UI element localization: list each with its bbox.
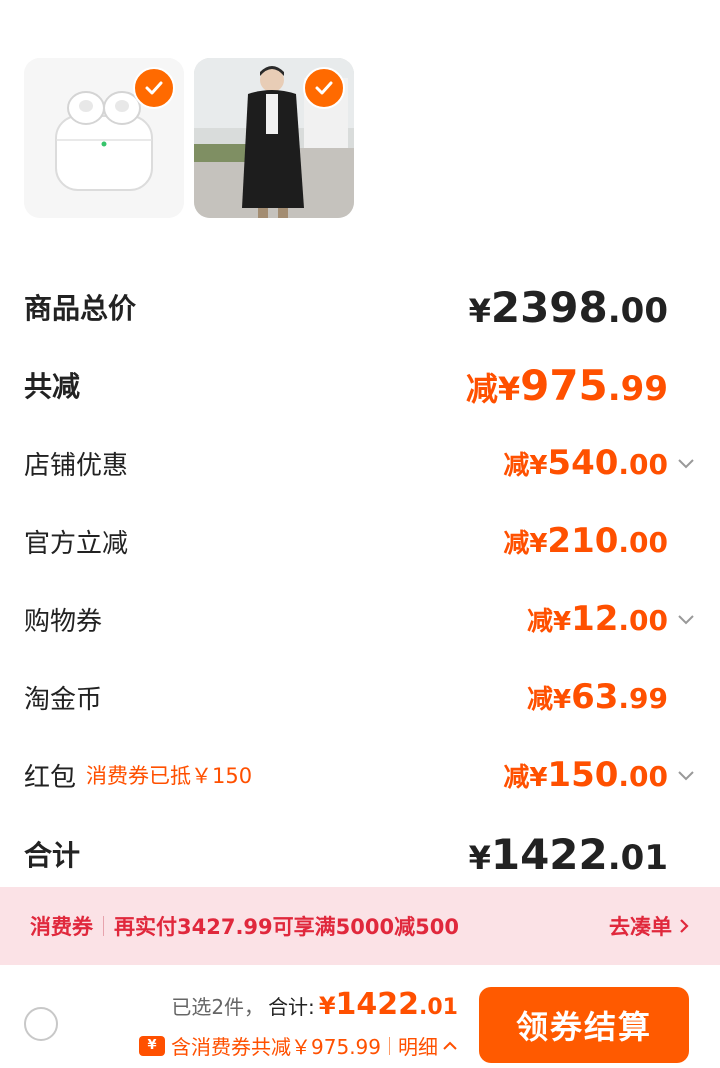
discount-value: 减¥ 540.00 bbox=[503, 443, 668, 483]
divider bbox=[103, 916, 104, 936]
selection-summary: 已选2件， 合计: ¥1422.01 bbox=[171, 987, 458, 1022]
discount-label: 红包 bbox=[24, 762, 77, 793]
discount-value: 减¥ 12.00 bbox=[526, 599, 668, 639]
discount-value: 减¥ 150.00 bbox=[503, 755, 668, 795]
checkout-button[interactable]: 领券结算 bbox=[479, 987, 689, 1063]
coupon-total-text: 含消费券共减￥975.99 bbox=[171, 1035, 381, 1059]
chevron-down-icon[interactable] bbox=[676, 453, 696, 473]
add-items-link[interactable]: 去凑单 bbox=[609, 911, 690, 941]
chevron-up-icon bbox=[443, 1041, 457, 1050]
detail-link[interactable]: 明细 bbox=[398, 1031, 438, 1060]
discount-value: 减¥ 63.99 bbox=[526, 677, 668, 717]
add-items-label: 去凑单 bbox=[609, 915, 672, 939]
discount-row-voucher[interactable]: 购物券 减¥ 12.00 bbox=[24, 596, 696, 642]
discount-row-coins: 淘金币 减¥ 63.99 bbox=[24, 674, 696, 720]
summary-grand-row: 合计 ¥1422.01 bbox=[24, 828, 696, 880]
summary-total-row: 商品总价 ¥2398.00 bbox=[24, 282, 696, 332]
total-label: 合计: bbox=[268, 995, 315, 1019]
redpacket-note: 消费券已抵￥150 bbox=[86, 764, 253, 788]
coupon-summary[interactable]: ¥ 含消费券共减￥975.99 明细 bbox=[139, 1031, 458, 1060]
total-label: 商品总价 bbox=[24, 292, 137, 325]
discount-label: 共减 bbox=[24, 370, 81, 403]
discount-row-redpacket[interactable]: 红包 消费券已抵￥150 减¥ 150.00 bbox=[24, 752, 696, 798]
coupon-tag: 消费券 bbox=[30, 915, 93, 939]
bottom-total-price: ¥1422.01 bbox=[318, 987, 458, 1022]
total-amount: ¥2398.00 bbox=[468, 282, 668, 332]
divider bbox=[389, 1036, 390, 1055]
product-thumbnail-coat[interactable] bbox=[194, 58, 354, 218]
discount-label: 店铺优惠 bbox=[24, 450, 129, 481]
chevron-down-icon[interactable] bbox=[676, 609, 696, 629]
discount-row-official: 官方立减 减¥ 210.00 bbox=[24, 518, 696, 564]
discount-label: 购物券 bbox=[24, 606, 103, 637]
coupon-promo-text: 再实付3427.99可享满5000减500 bbox=[114, 915, 459, 939]
select-all-radio[interactable] bbox=[24, 1007, 58, 1041]
coupon-banner[interactable]: 消费券 再实付3427.99可享满5000减500 去凑单 bbox=[0, 887, 720, 965]
discount-amount: 减¥ 975.99 bbox=[465, 360, 668, 410]
summary-discount-row: 共减 减¥ 975.99 bbox=[24, 360, 696, 410]
coupon-icon: ¥ bbox=[139, 1035, 166, 1056]
selected-products bbox=[24, 58, 354, 218]
checkout-bar: 已选2件， 合计: ¥1422.01 ¥ 含消费券共减￥975.99 明细 领券… bbox=[0, 965, 720, 1068]
discount-value: 减¥ 210.00 bbox=[503, 521, 668, 561]
selected-count: 已选2件， bbox=[171, 995, 265, 1019]
grand-total-label: 合计 bbox=[24, 839, 81, 872]
discount-label: 官方立减 bbox=[24, 528, 129, 559]
discount-row-store[interactable]: 店铺优惠 减¥ 540.00 bbox=[24, 440, 696, 486]
chevron-down-icon[interactable] bbox=[676, 765, 696, 785]
chevron-right-icon bbox=[680, 919, 689, 933]
product-thumbnail-airpods[interactable] bbox=[24, 58, 184, 218]
grand-total-amount: ¥1422.01 bbox=[468, 829, 668, 879]
selected-check-icon[interactable] bbox=[133, 67, 175, 109]
selected-check-icon[interactable] bbox=[303, 67, 345, 109]
discount-label: 淘金币 bbox=[24, 684, 103, 715]
